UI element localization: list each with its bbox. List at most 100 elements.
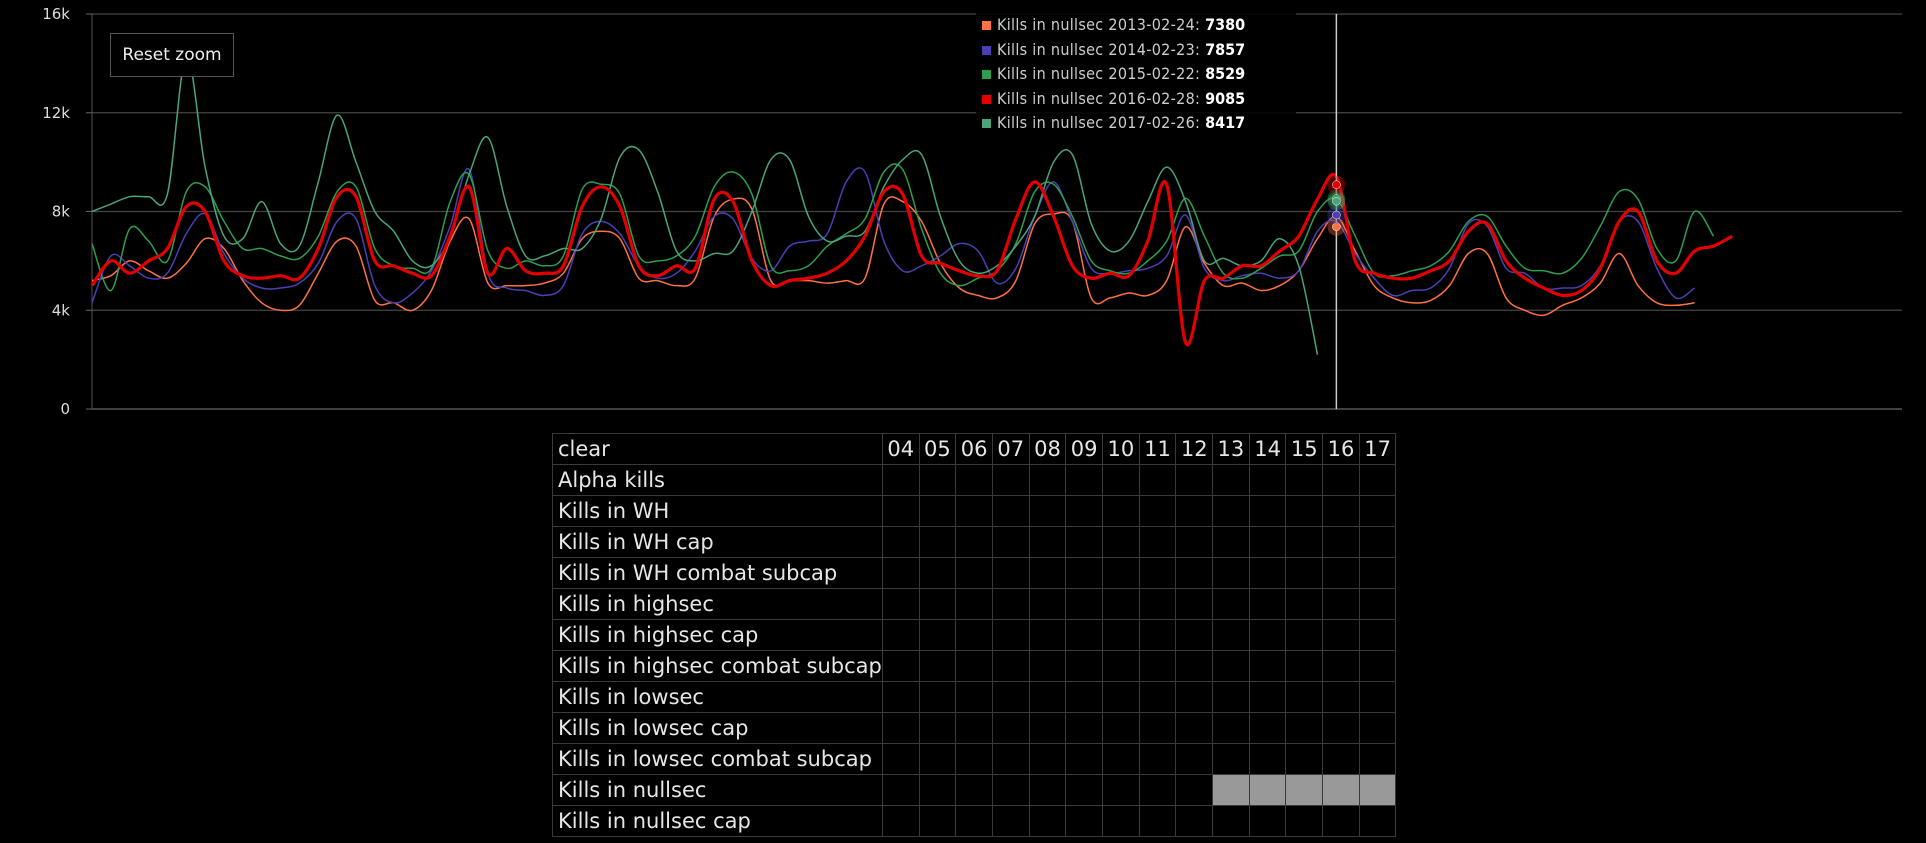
toggle-cell[interactable] [1028,650,1067,682]
toggle-cell[interactable] [1358,526,1397,558]
year-header-14[interactable]: 14 [1248,433,1287,465]
toggle-cell[interactable] [1248,712,1287,744]
toggle-cell[interactable] [1285,464,1324,496]
toggle-cell[interactable] [955,805,993,837]
toggle-cell[interactable] [1285,495,1324,527]
toggle-cell[interactable] [1285,588,1324,620]
year-header-13[interactable]: 13 [1212,433,1250,465]
toggle-cell[interactable] [1101,619,1140,651]
toggle-cell[interactable] [1212,588,1250,620]
toggle-cell[interactable] [991,774,1030,806]
toggle-cell[interactable] [1065,588,1103,620]
toggle-cell[interactable] [1175,588,1214,620]
toggle-cell[interactable] [1138,650,1177,682]
toggle-cell[interactable] [1212,464,1250,496]
toggle-cell[interactable] [1065,743,1103,775]
toggle-cell[interactable] [1138,712,1177,744]
toggle-cell[interactable] [1138,588,1177,620]
toggle-cell[interactable] [1248,464,1287,496]
toggle-cell[interactable] [1212,712,1250,744]
toggle-cell[interactable] [918,743,957,775]
toggle-cell[interactable] [1212,774,1250,806]
toggle-cell[interactable] [881,681,920,713]
toggle-cell[interactable] [1322,681,1360,713]
toggle-cell[interactable] [1322,743,1360,775]
toggle-cell[interactable] [918,495,957,527]
year-header-09[interactable]: 09 [1065,433,1103,465]
toggle-cell[interactable] [1248,681,1287,713]
toggle-cell[interactable] [1322,526,1360,558]
toggle-cell[interactable] [1212,495,1250,527]
toggle-cell[interactable] [1065,495,1103,527]
toggle-cell[interactable] [1028,557,1067,589]
toggle-cell[interactable] [991,743,1030,775]
toggle-cell[interactable] [1065,774,1103,806]
row-label[interactable]: Alpha kills [552,464,883,496]
toggle-cell[interactable] [991,557,1030,589]
toggle-cell[interactable] [1101,743,1140,775]
toggle-cell[interactable] [991,650,1030,682]
toggle-cell[interactable] [1138,619,1177,651]
toggle-cell[interactable] [1285,619,1324,651]
toggle-cell[interactable] [1028,805,1067,837]
toggle-cell[interactable] [991,805,1030,837]
toggle-cell[interactable] [881,805,920,837]
toggle-cell[interactable] [1358,805,1397,837]
toggle-cell[interactable] [881,495,920,527]
toggle-cell[interactable] [1285,650,1324,682]
toggle-cell[interactable] [1285,557,1324,589]
row-label[interactable]: Kills in lowsec combat subcap [552,743,883,775]
toggle-cell[interactable] [1248,526,1287,558]
toggle-cell[interactable] [1322,774,1360,806]
toggle-cell[interactable] [1285,526,1324,558]
toggle-cell[interactable] [1101,495,1140,527]
toggle-cell[interactable] [991,712,1030,744]
toggle-cell[interactable] [1322,619,1360,651]
toggle-cell[interactable] [1248,805,1287,837]
row-label[interactable]: Kills in WH [552,495,883,527]
toggle-cell[interactable] [955,588,993,620]
toggle-cell[interactable] [1358,650,1397,682]
toggle-cell[interactable] [1248,743,1287,775]
toggle-cell[interactable] [1138,681,1177,713]
toggle-cell[interactable] [1248,495,1287,527]
toggle-cell[interactable] [1358,774,1397,806]
row-label[interactable]: Kills in nullsec cap [552,805,883,837]
toggle-cell[interactable] [1322,495,1360,527]
toggle-cell[interactable] [1101,805,1140,837]
toggle-cell[interactable] [1065,464,1103,496]
toggle-cell[interactable] [918,619,957,651]
year-header-11[interactable]: 11 [1138,433,1177,465]
toggle-cell[interactable] [1285,712,1324,744]
toggle-cell[interactable] [1138,774,1177,806]
toggle-cell[interactable] [1138,526,1177,558]
toggle-cell[interactable] [1101,464,1140,496]
toggle-cell[interactable] [991,588,1030,620]
toggle-cell[interactable] [1212,557,1250,589]
row-label[interactable]: Kills in WH cap [552,526,883,558]
toggle-cell[interactable] [1175,557,1214,589]
toggle-cell[interactable] [1138,557,1177,589]
toggle-cell[interactable] [1285,743,1324,775]
toggle-cell[interactable] [1101,712,1140,744]
toggle-cell[interactable] [1065,650,1103,682]
toggle-cell[interactable] [1322,464,1360,496]
toggle-cell[interactable] [1322,650,1360,682]
row-label[interactable]: Kills in highsec combat subcap [552,650,883,682]
toggle-cell[interactable] [1175,774,1214,806]
toggle-cell[interactable] [1175,681,1214,713]
toggle-cell[interactable] [881,650,920,682]
row-label[interactable]: Kills in nullsec [552,774,883,806]
toggle-cell[interactable] [1212,619,1250,651]
toggle-cell[interactable] [1028,712,1067,744]
toggle-cell[interactable] [918,588,957,620]
toggle-cell[interactable] [1175,619,1214,651]
toggle-cell[interactable] [955,619,993,651]
toggle-cell[interactable] [1101,557,1140,589]
toggle-cell[interactable] [1212,681,1250,713]
toggle-cell[interactable] [1101,650,1140,682]
toggle-cell[interactable] [1212,650,1250,682]
toggle-cell[interactable] [918,805,957,837]
toggle-cell[interactable] [881,557,920,589]
clear-button[interactable]: clear [552,433,883,465]
